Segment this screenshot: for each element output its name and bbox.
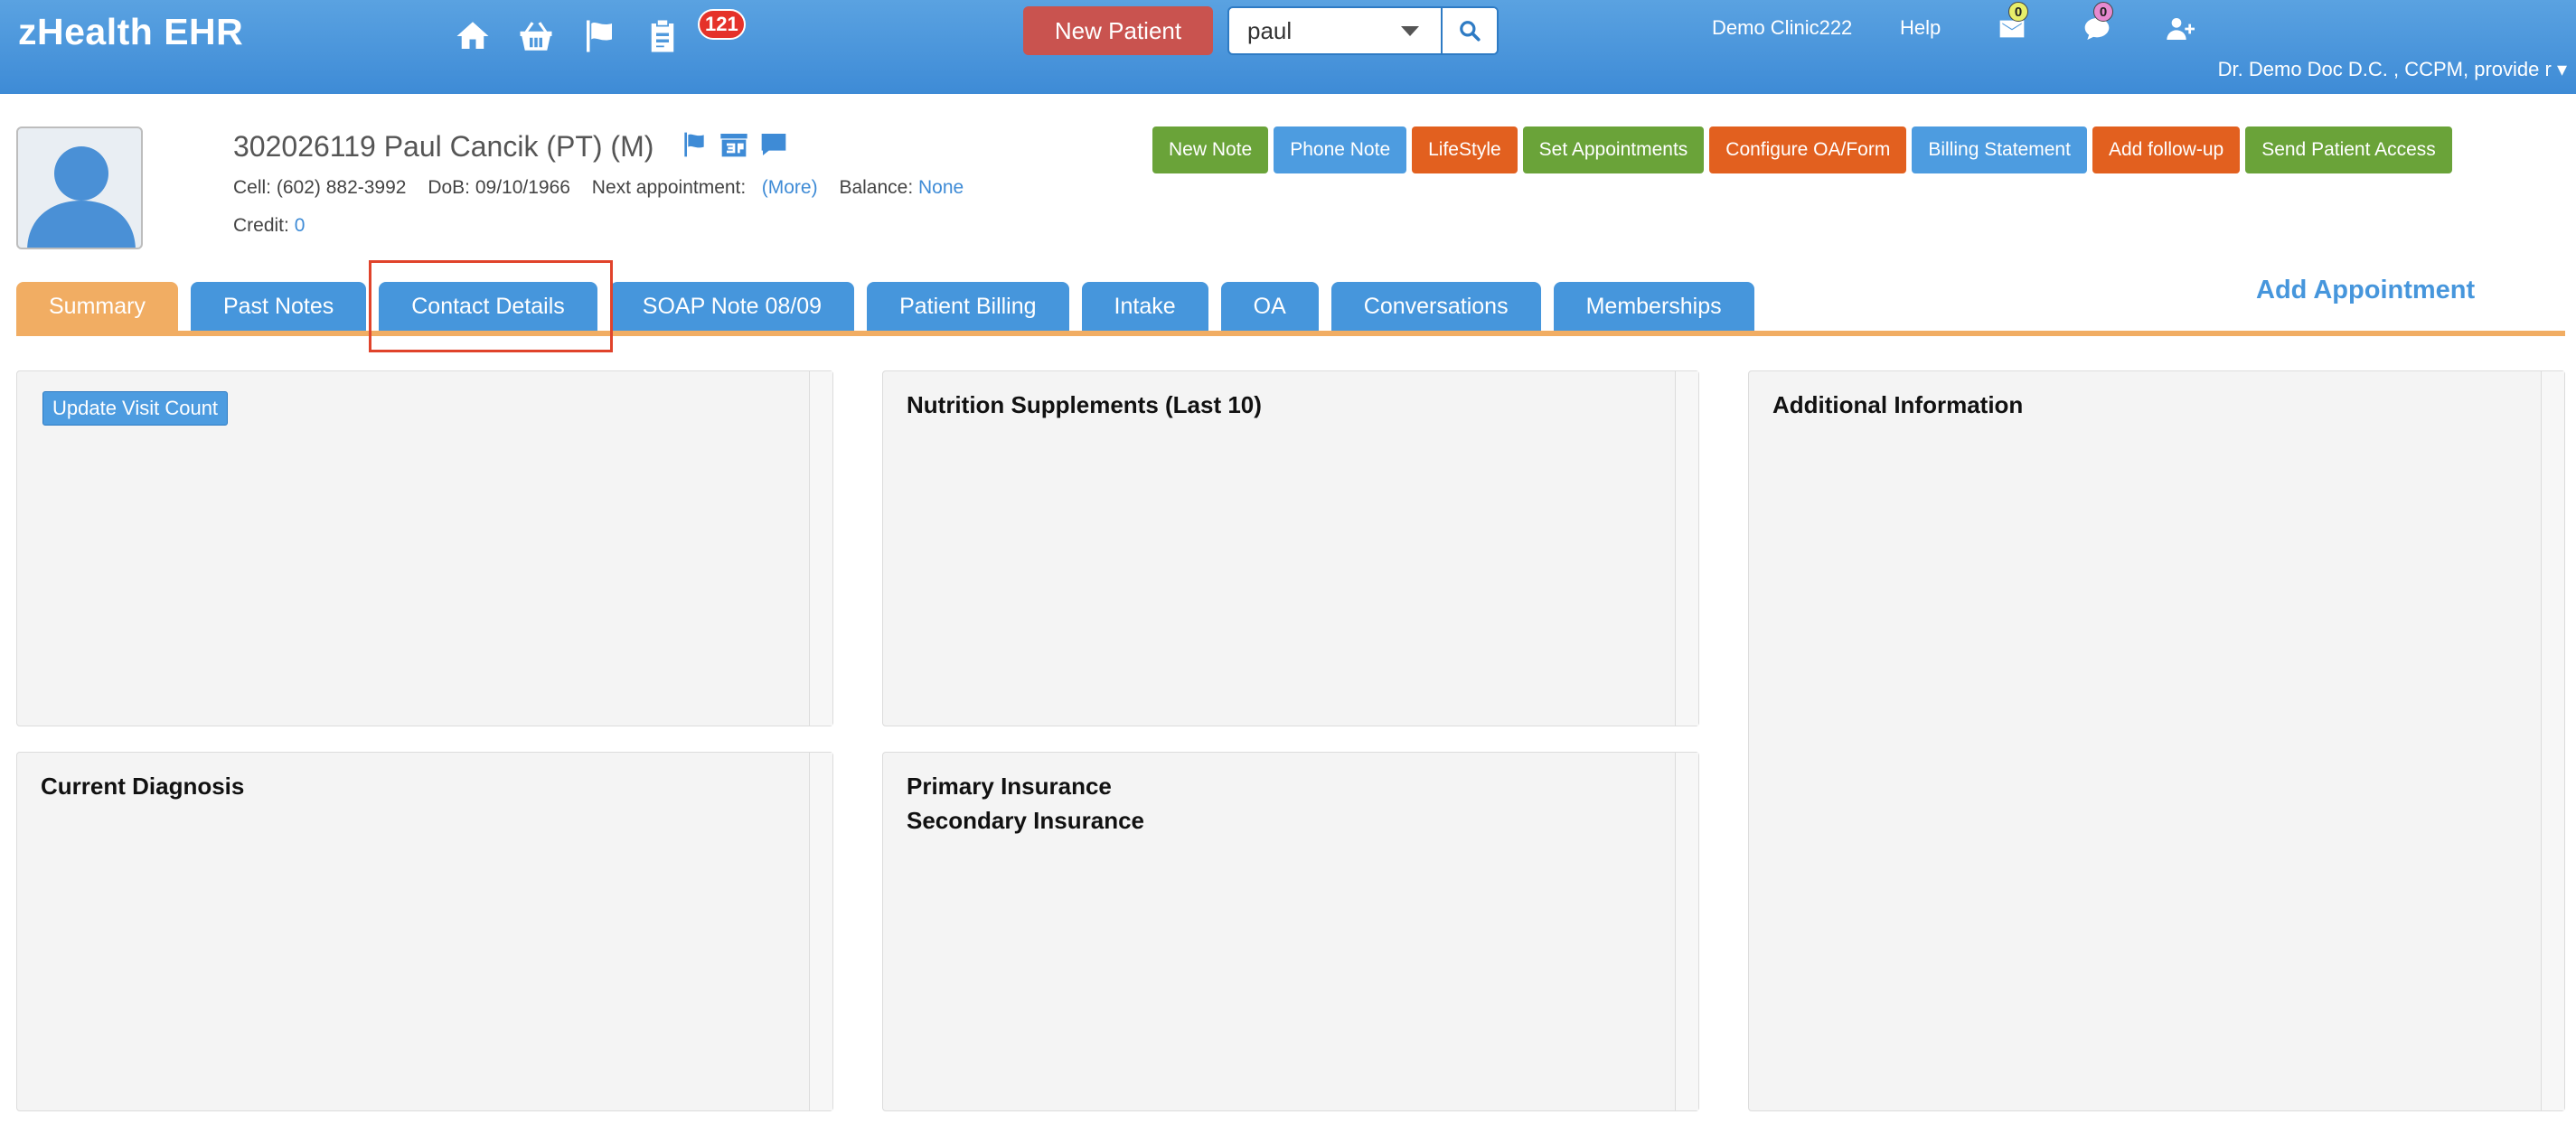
configure-oa-form-button[interactable]: Configure OA/Form: [1709, 126, 1907, 173]
update-visit-count-button[interactable]: Update Visit Count: [42, 391, 229, 426]
patient-tabs: Summary Past Notes Contact Details SOAP …: [16, 282, 1754, 331]
top-header: zHealth EHR 121 New Patient Demo Clinic2…: [0, 0, 2576, 94]
tab-soap-note[interactable]: SOAP Note 08/09: [609, 282, 855, 331]
tab-oa[interactable]: OA: [1220, 282, 1319, 331]
add-follow-up-button[interactable]: Add follow-up: [2092, 126, 2241, 173]
balance-link[interactable]: None: [918, 177, 964, 198]
insurance-panel: Primary Insurance Secondary Insurance: [882, 752, 1699, 1111]
flag-icon[interactable]: [678, 130, 710, 159]
help-link[interactable]: Help: [1900, 16, 1941, 40]
patient-title: 302026119 Paul Cancik (PT) (M): [233, 130, 654, 163]
tab-memberships[interactable]: Memberships: [1553, 282, 1754, 331]
mail-count-badge: 0: [2008, 2, 2028, 22]
next-appointment-label: Next appointment:: [591, 177, 747, 198]
credit-row: Credit: 0: [233, 215, 305, 237]
current-diagnosis-title: Current Diagnosis: [41, 773, 245, 800]
chat-icon[interactable]: 0: [2079, 2, 2115, 47]
flag-icon[interactable]: [577, 14, 622, 59]
cell-label: Cell:: [233, 177, 272, 198]
next-appointment-more-link[interactable]: (More): [762, 177, 818, 198]
add-appointment-link[interactable]: Add Appointment: [2256, 276, 2475, 305]
notification-badge[interactable]: 121: [698, 9, 746, 40]
secondary-insurance-title: Secondary Insurance: [907, 807, 1144, 834]
tab-underline: [16, 331, 2565, 336]
chat-count-badge: 0: [2093, 2, 2113, 22]
tab-intake[interactable]: Intake: [1081, 282, 1208, 331]
dob-label: DoB:: [428, 177, 470, 198]
patient-flag-icons: [678, 130, 790, 159]
mail-icon[interactable]: 0: [1994, 2, 2030, 47]
tab-conversations[interactable]: Conversations: [1330, 282, 1541, 331]
billing-statement-button[interactable]: Billing Statement: [1912, 126, 2087, 173]
tab-summary[interactable]: Summary: [16, 282, 178, 331]
visit-count-panel: Update Visit Count: [16, 370, 833, 726]
panel-scrollbar[interactable]: [1675, 371, 1698, 726]
tab-patient-billing[interactable]: Patient Billing: [867, 282, 1069, 331]
patient-search: [1227, 6, 1499, 55]
app-title[interactable]: zHealth EHR: [18, 11, 243, 53]
phone-note-button[interactable]: Phone Note: [1274, 126, 1407, 173]
tab-past-notes[interactable]: Past Notes: [190, 282, 367, 331]
chevron-down-icon: ▾: [2556, 58, 2567, 80]
add-user-icon[interactable]: [2162, 11, 2198, 47]
nutrition-panel: Nutrition Supplements (Last 10): [882, 370, 1699, 726]
search-button[interactable]: [1441, 8, 1497, 53]
user-name: Dr. Demo Doc D.C. , CCPM, provide r: [2217, 58, 2552, 80]
credit-label: Credit:: [233, 215, 289, 236]
panel-scrollbar[interactable]: [809, 371, 832, 726]
new-note-button[interactable]: New Note: [1152, 126, 1269, 173]
chat-icon[interactable]: [757, 130, 790, 159]
user-menu[interactable]: Dr. Demo Doc D.C. , CCPM, provide r ▾: [2218, 58, 2567, 81]
search-icon: [1460, 21, 1481, 42]
action-buttons: New Note Phone Note LifeStyle Set Appoin…: [1152, 126, 2452, 173]
dob-value: 09/10/1966: [475, 177, 570, 198]
top-icon-bar: [450, 13, 685, 60]
panel-scrollbar[interactable]: [1675, 753, 1698, 1110]
clipboard-icon[interactable]: [640, 14, 685, 59]
primary-insurance-title: Primary Insurance: [907, 773, 1112, 800]
avatar[interactable]: [16, 126, 143, 249]
search-input[interactable]: [1247, 16, 1392, 45]
new-patient-button[interactable]: New Patient: [1023, 6, 1213, 55]
diagnosis-panel: Current Diagnosis: [16, 752, 833, 1111]
credit-link[interactable]: 0: [295, 215, 306, 236]
home-icon[interactable]: [450, 14, 495, 59]
additional-info-title: Additional Information: [1772, 391, 2024, 418]
panel-scrollbar[interactable]: [809, 753, 832, 1110]
basket-icon[interactable]: [513, 14, 559, 59]
translate-icon[interactable]: [718, 130, 750, 159]
additional-info-panel: Additional Information: [1748, 370, 2565, 1111]
balance-label: Balance:: [839, 177, 914, 198]
clinic-selector[interactable]: Demo Clinic222: [1712, 16, 1852, 40]
patient-details: Cell: (602) 882-3992 DoB: 09/10/1966 Nex…: [233, 177, 964, 199]
tab-contact-details[interactable]: Contact Details: [379, 282, 597, 331]
panel-scrollbar[interactable]: [2541, 371, 2564, 1110]
nutrition-title: Nutrition Supplements (Last 10): [907, 391, 1262, 418]
cell-value: (602) 882-3992: [276, 177, 407, 198]
set-appointments-button[interactable]: Set Appointments: [1522, 126, 1705, 173]
chevron-down-icon[interactable]: [1401, 25, 1419, 36]
send-patient-access-button[interactable]: Send Patient Access: [2245, 126, 2452, 173]
lifestyle-button[interactable]: LifeStyle: [1412, 126, 1518, 173]
